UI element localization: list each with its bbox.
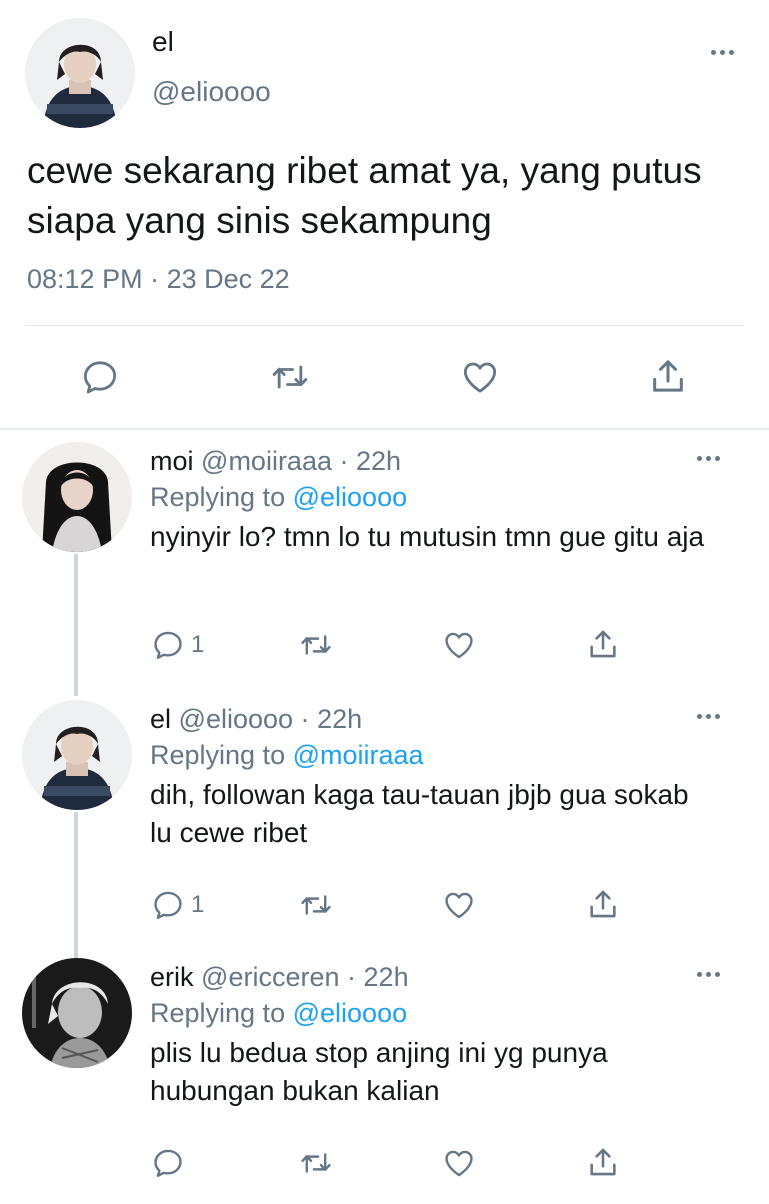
like-button[interactable] (441, 1146, 477, 1180)
header-separator: · (339, 446, 349, 476)
reply-text: plis lu bedua stop anjing ini yg punya h… (150, 1037, 608, 1106)
tweet-timestamp[interactable]: 08:12 PM · 23 Dec 22 (27, 264, 290, 295)
replying-to: Replying to @elioooo (150, 998, 407, 1029)
retweet-icon (268, 357, 312, 397)
replying-to-label: Replying to (150, 740, 286, 770)
retweet-button[interactable] (297, 628, 335, 662)
retweet-button[interactable] (268, 357, 312, 397)
avatar[interactable] (25, 18, 135, 128)
author-handle[interactable]: @moiiraaa (201, 446, 332, 476)
speech-bubble-icon (80, 357, 120, 397)
reply-count: 1 (191, 891, 205, 918)
share-button[interactable] (586, 887, 620, 921)
main-tweet: el @elioooo cewe sekarang ribet amat ya,… (0, 0, 769, 430)
reply-text: nyinyir lo? tmn lo tu mutusin tmn gue gi… (150, 521, 705, 552)
replying-to: Replying to @moiiraaa (150, 740, 424, 771)
heart-icon (441, 628, 477, 662)
replying-to: Replying to @elioooo (150, 482, 407, 513)
replying-to-link[interactable]: @moiiraaa (293, 740, 424, 770)
like-button[interactable] (459, 357, 501, 397)
like-button[interactable] (441, 888, 477, 922)
more-options-icon[interactable] (697, 456, 720, 461)
reply-tweet[interactable]: el @elioooo · 22h Replying to @moiiraaa … (0, 688, 769, 958)
tweet-date: 23 Dec 22 (166, 264, 290, 294)
author-handle[interactable]: @elioooo (152, 76, 271, 108)
replying-to-label: Replying to (150, 482, 286, 512)
reply-header: erik @ericceren · 22h (150, 962, 409, 993)
more-options-icon[interactable] (711, 50, 734, 55)
share-button[interactable] (586, 627, 620, 661)
reply-tweet[interactable]: moi @moiiraaa · 22h Replying to @elioooo… (0, 430, 769, 696)
heart-icon (441, 1146, 477, 1180)
thread-line (74, 554, 78, 696)
reply-text: dih, followan kaga tau-tauan jbjb gua so… (150, 779, 689, 848)
reply-time[interactable]: 22h (364, 962, 409, 992)
retweet-icon (297, 1146, 335, 1180)
retweet-icon (297, 628, 335, 662)
share-button[interactable] (648, 356, 688, 396)
share-button[interactable] (586, 1145, 620, 1179)
reply-button[interactable] (151, 1146, 191, 1180)
more-options-icon[interactable] (697, 972, 720, 977)
thread-line (74, 812, 78, 958)
retweet-button[interactable] (297, 888, 335, 922)
avatar[interactable] (22, 958, 132, 1068)
like-button[interactable] (441, 628, 477, 662)
reply-header: moi @moiiraaa · 22h (150, 446, 401, 477)
replying-to-label: Replying to (150, 998, 286, 1028)
reply-button[interactable]: 1 (151, 628, 204, 662)
author-name[interactable]: erik (150, 962, 194, 992)
header-separator: · (347, 962, 357, 992)
author-name[interactable]: el (150, 704, 171, 734)
reply-time[interactable]: 22h (317, 704, 362, 734)
replying-to-link[interactable]: @elioooo (293, 998, 408, 1028)
reply-button[interactable]: 1 (151, 888, 204, 922)
replying-to-link[interactable]: @elioooo (293, 482, 408, 512)
share-upload-icon (586, 627, 620, 661)
retweet-button[interactable] (297, 1146, 335, 1180)
avatar[interactable] (22, 442, 132, 552)
share-upload-icon (648, 356, 688, 396)
heart-icon (441, 888, 477, 922)
reply-header: el @elioooo · 22h (150, 704, 362, 735)
more-options-icon[interactable] (697, 714, 720, 719)
author-name[interactable]: moi (150, 446, 194, 476)
tweet-time: 08:12 PM (27, 264, 143, 294)
avatar[interactable] (22, 700, 132, 810)
share-upload-icon (586, 887, 620, 921)
reply-button[interactable] (80, 357, 120, 397)
meta-separator: · (150, 264, 160, 294)
author-handle[interactable]: @elioooo (179, 704, 294, 734)
reply-count: 1 (191, 631, 205, 658)
reply-time[interactable]: 22h (356, 446, 401, 476)
speech-bubble-icon (151, 888, 185, 922)
divider (25, 325, 744, 326)
share-upload-icon (586, 1145, 620, 1179)
speech-bubble-icon (151, 1146, 185, 1180)
heart-icon (459, 357, 501, 397)
speech-bubble-icon (151, 628, 185, 662)
tweet-text: cewe sekarang ribet amat ya, yang putus … (27, 150, 702, 241)
author-name[interactable]: el (152, 26, 174, 58)
retweet-icon (297, 888, 335, 922)
header-separator: · (300, 704, 310, 734)
author-handle[interactable]: @ericceren (201, 962, 339, 992)
reply-tweet[interactable]: erik @ericceren · 22h Replying to @elioo… (0, 946, 769, 1204)
